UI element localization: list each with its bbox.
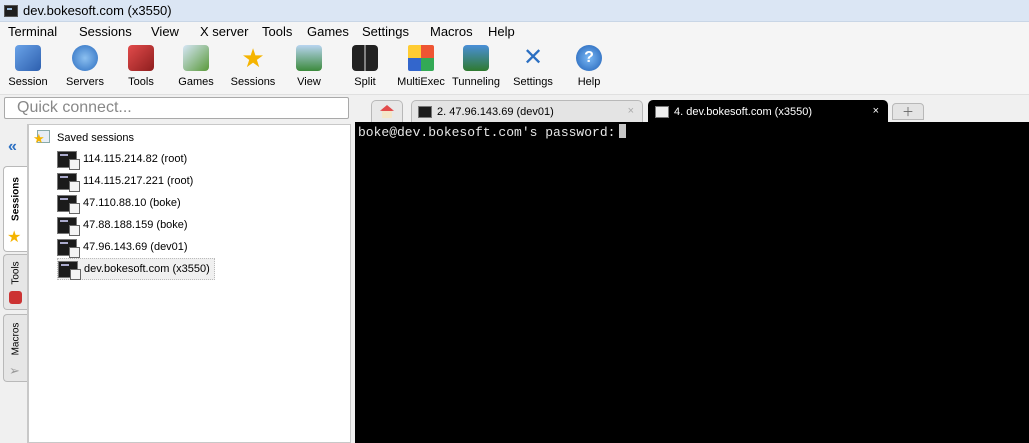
servers-button[interactable]: Servers [57,45,113,88]
session-item[interactable]: 114.115.214.82 (root) [57,148,191,170]
session-button[interactable]: Session [0,45,56,88]
saved-sessions-label: Saved sessions [57,132,135,144]
split-button[interactable]: Split [337,45,393,88]
tab-sessions-label: Sessions [10,177,22,221]
view-button[interactable]: View [281,45,337,88]
servers-icon [72,45,98,71]
session-item[interactable]: 47.110.88.10 (boke) [57,192,185,214]
new-tab-button[interactable]: ＋ [892,103,924,120]
terminal-icon [58,260,81,280]
macros-send-icon: ➢ [9,363,20,378]
session-label: 114.115.217.221 (root) [83,175,194,187]
side-tab-strip: « Sessions ★ Tools Macros ➢ [0,124,28,443]
sessions-button[interactable]: ★ Sessions [225,45,281,88]
title-bar: dev.bokesoft.com (x3550) [0,0,1029,22]
session-label: 47.96.143.69 (dev01) [83,241,188,253]
tab-label: 4. dev.bokesoft.com (x3550) [674,105,812,118]
terminal-cursor [619,124,627,138]
menu-tools[interactable]: Tools [262,24,292,39]
games-button-label: Games [178,76,214,88]
tools-button-label: Tools [128,76,154,88]
plus-icon: ＋ [901,105,914,119]
menu-help[interactable]: Help [488,24,515,39]
tab-tools-label: Tools [10,261,22,285]
tab-x3550[interactable]: 4. dev.bokesoft.com (x3550) × [648,100,888,122]
tools-icon [128,45,154,71]
help-button[interactable]: ? Help [561,45,617,88]
main-toolbar: Session Servers Tools Games ★ Sessions V… [0,41,1029,95]
multiexec-icon [408,45,434,71]
session-tab-bar: 2. 47.96.143.69 (dev01) × 4. dev.bokesof… [355,97,1029,122]
terminal-icon [57,150,80,170]
tab-tools-side[interactable]: Tools [3,254,27,310]
multiexec-button-label: MultiExec [397,76,445,88]
star-folder-icon: ★ [33,130,51,146]
session-label: dev.bokesoft.com (x3550) [84,263,210,275]
menu-x-server[interactable]: X server [200,24,248,39]
tab-dev01[interactable]: 2. 47.96.143.69 (dev01) × [411,100,643,122]
session-label: 114.115.214.82 (root) [83,153,188,165]
help-button-label: Help [577,76,601,88]
terminal-icon [57,238,80,258]
close-icon[interactable]: × [628,105,634,117]
sessions-button-label: Sessions [230,76,276,88]
view-button-label: View [297,76,321,88]
star-icon: ★ [7,229,22,246]
menu-view[interactable]: View [151,24,179,39]
menu-settings[interactable]: Settings [362,24,409,39]
password-prompt: boke@dev.bokesoft.com's password: [358,125,616,140]
tab-label: 2. 47.96.143.69 (dev01) [437,105,554,118]
settings-icon: ✕ [522,44,544,71]
tunneling-button[interactable]: Tunneling [448,45,504,88]
tab-macros-side[interactable]: Macros ➢ [3,314,27,382]
mobaxterm-app-icon [4,4,18,17]
session-item[interactable]: 47.88.188.159 (boke) [57,214,192,236]
close-icon[interactable]: × [873,105,879,117]
settings-button[interactable]: ✕ Settings [505,44,561,89]
terminal-area[interactable]: boke@dev.bokesoft.com's password: [355,122,1029,443]
menu-macros[interactable]: Macros [430,24,473,39]
home-tab[interactable] [371,100,403,122]
session-item[interactable]: 114.115.217.221 (root) [57,170,197,192]
session-button-label: Session [8,76,48,88]
tools-small-icon [9,291,22,304]
view-icon [296,45,322,71]
tunneling-button-label: Tunneling [452,76,500,88]
menu-terminal[interactable]: Terminal [8,24,57,39]
window-title: dev.bokesoft.com (x3550) [23,3,172,18]
terminal-output: boke@dev.bokesoft.com's password: [358,124,627,140]
games-icon [183,45,209,71]
settings-button-label: Settings [513,76,553,88]
split-icon [352,45,378,71]
menu-sessions[interactable]: Sessions [79,24,132,39]
sessions-star-icon: ★ [241,43,265,73]
home-icon [380,105,394,118]
session-label: 47.110.88.10 (boke) [83,197,181,209]
terminal-icon [57,194,80,214]
multiexec-button[interactable]: MultiExec [393,45,449,88]
terminal-icon [57,216,80,236]
saved-sessions-folder[interactable]: ★ Saved sessions [33,130,134,146]
quick-connect-input[interactable]: Quick connect... [4,97,349,119]
terminal-icon [418,105,432,118]
menu-bar: Terminal Sessions View X server Tools Ga… [0,22,1029,41]
collapse-sidebar-icon[interactable]: « [8,138,17,156]
session-item-selected[interactable]: dev.bokesoft.com (x3550) [57,258,215,280]
session-label: 47.88.188.159 (boke) [83,219,188,231]
terminal-icon [57,172,80,192]
split-button-label: Split [354,76,376,88]
tab-sessions-side[interactable]: Sessions ★ [3,166,27,252]
tools-button[interactable]: Tools [113,45,169,88]
sessions-panel: ★ Saved sessions 114.115.214.82 (root) 1… [28,124,351,443]
help-icon: ? [576,45,602,71]
games-button[interactable]: Games [168,45,224,88]
tab-macros-label: Macros [10,322,22,356]
menu-games[interactable]: Games [307,24,349,39]
session-item[interactable]: 47.96.143.69 (dev01) [57,236,192,258]
session-icon [15,45,41,71]
terminal-icon [655,105,669,118]
tunneling-icon [463,45,489,71]
servers-button-label: Servers [66,76,104,88]
